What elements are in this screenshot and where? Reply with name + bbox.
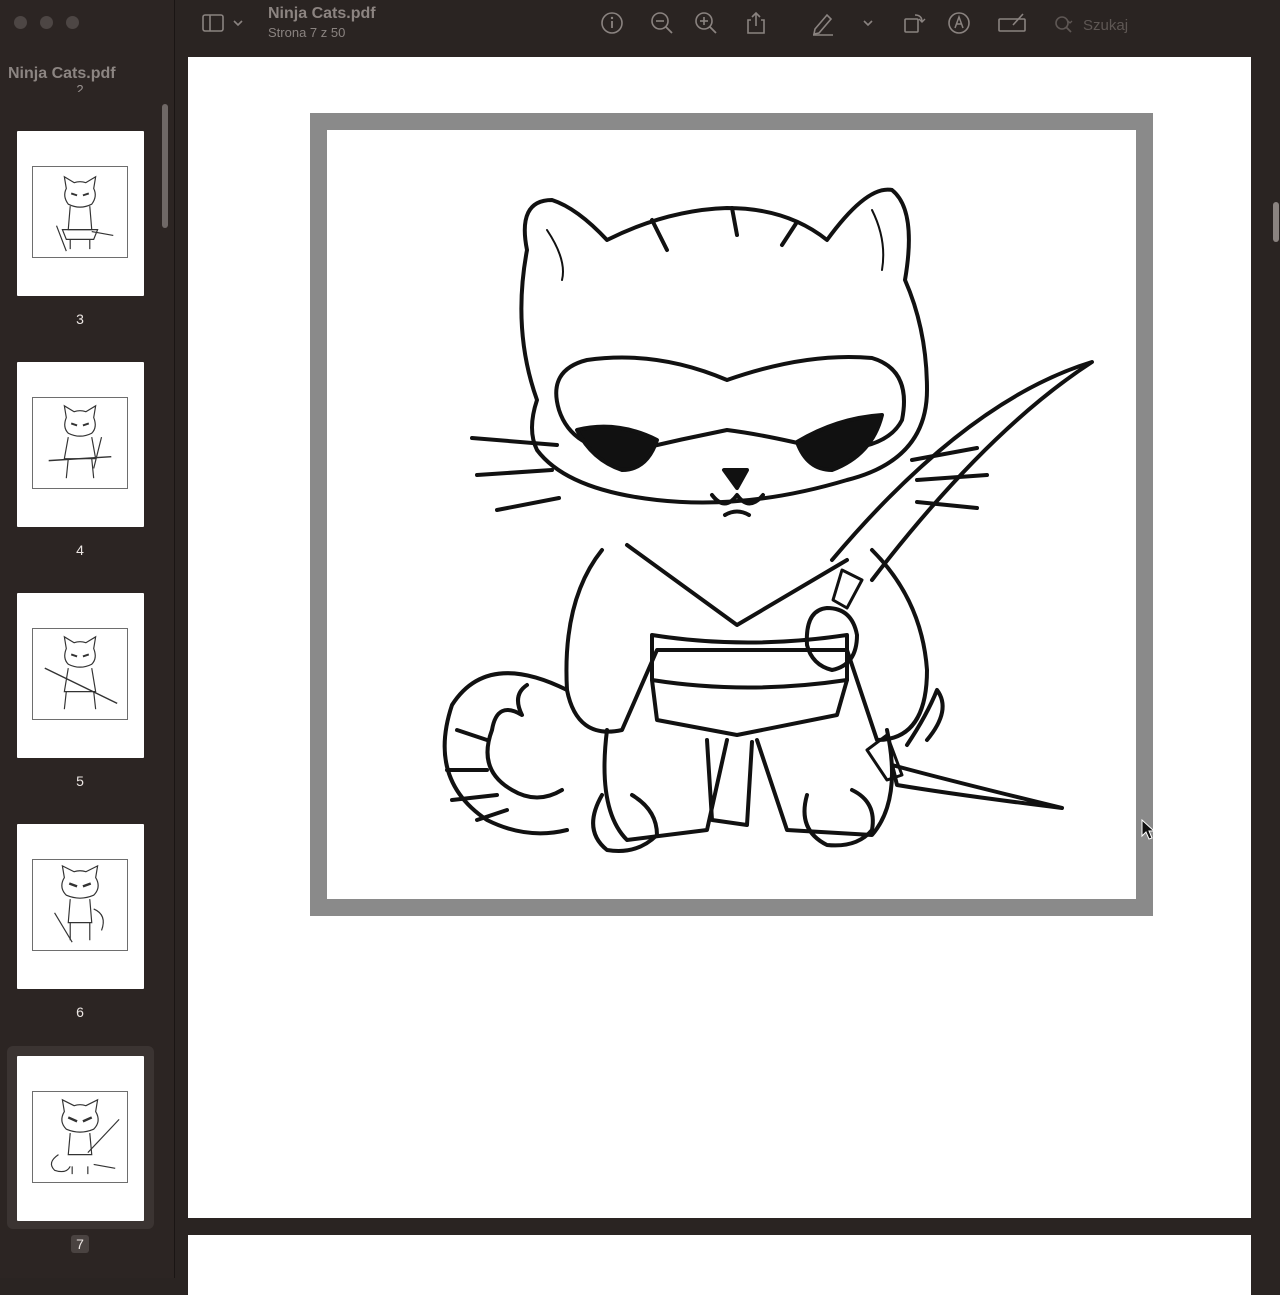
sidebar-title: Ninja Cats.pdf: [8, 65, 116, 82]
mouse-pointer-icon: [1141, 818, 1156, 841]
page-thumbnail-selected[interactable]: 7: [0, 1046, 160, 1266]
thumbnail-page-number: 4: [76, 542, 84, 558]
page-indicator: Strona 7 z 50: [268, 25, 346, 40]
thumbnail-page[interactable]: [17, 1056, 144, 1221]
thumbnail-art: [32, 1091, 128, 1183]
info-icon[interactable]: [599, 10, 625, 36]
page-thumbnail[interactable]: 4: [0, 362, 160, 572]
search-icon: [1053, 14, 1075, 36]
next-pdf-page[interactable]: [188, 1235, 1251, 1295]
sidebar-scrollbar[interactable]: [160, 100, 169, 1270]
zoom-in-icon[interactable]: [693, 10, 719, 36]
search-field[interactable]: [1051, 12, 1251, 38]
ninja-cat-drawing: [442, 187, 1094, 853]
document-scroll-thumb[interactable]: [1273, 202, 1279, 242]
zoom-out-icon[interactable]: [649, 10, 675, 36]
thumbnail-art: [32, 166, 128, 258]
rotate-icon[interactable]: [901, 10, 927, 36]
page-thumbnail[interactable]: 5: [0, 593, 160, 803]
chevron-down-icon[interactable]: [861, 10, 875, 36]
toolbar: Ninja Cats.pdf Strona 7 z 50: [175, 0, 1280, 52]
thumbnail-art: [32, 628, 128, 720]
share-icon[interactable]: [743, 10, 769, 36]
sidebar-toggle-icon[interactable]: [200, 10, 226, 36]
window-controls: [14, 16, 79, 29]
thumbnail-page[interactable]: [17, 593, 144, 758]
thumbnail-page[interactable]: [17, 362, 144, 527]
sidebar-scroll-thumb[interactable]: [162, 104, 168, 228]
thumbnail-art: [32, 859, 128, 951]
thumbnail-sidebar: Ninja Cats.pdf 2 3 4 5 6 7: [0, 0, 175, 1278]
zoom-window-button[interactable]: [66, 16, 79, 29]
thumbnail-art: [32, 397, 128, 489]
annotate-icon[interactable]: [946, 10, 972, 36]
document-view[interactable]: [175, 52, 1280, 1295]
thumbnail-page-number: 7: [0, 1235, 160, 1253]
close-window-button[interactable]: [14, 16, 27, 29]
form-fill-icon[interactable]: [997, 10, 1027, 36]
coloring-illustration: [310, 113, 1153, 916]
thumbnail-page-number: 5: [76, 773, 84, 789]
thumbnail-page-number: 6: [76, 1004, 84, 1020]
search-input[interactable]: [1081, 14, 1245, 36]
partial-page-label: 2: [76, 82, 84, 92]
pdf-page[interactable]: [188, 57, 1251, 1218]
thumbnail-page[interactable]: [17, 824, 144, 989]
markup-pen-icon[interactable]: [810, 10, 836, 36]
thumbnail-page[interactable]: [17, 131, 144, 296]
page-thumbnail[interactable]: 3: [0, 131, 160, 341]
chevron-down-icon[interactable]: [231, 10, 245, 36]
minimize-window-button[interactable]: [40, 16, 53, 29]
document-title: Ninja Cats.pdf: [268, 5, 376, 22]
thumbnail-page-number: 3: [76, 311, 84, 327]
page-thumbnail[interactable]: 6: [0, 824, 160, 1034]
